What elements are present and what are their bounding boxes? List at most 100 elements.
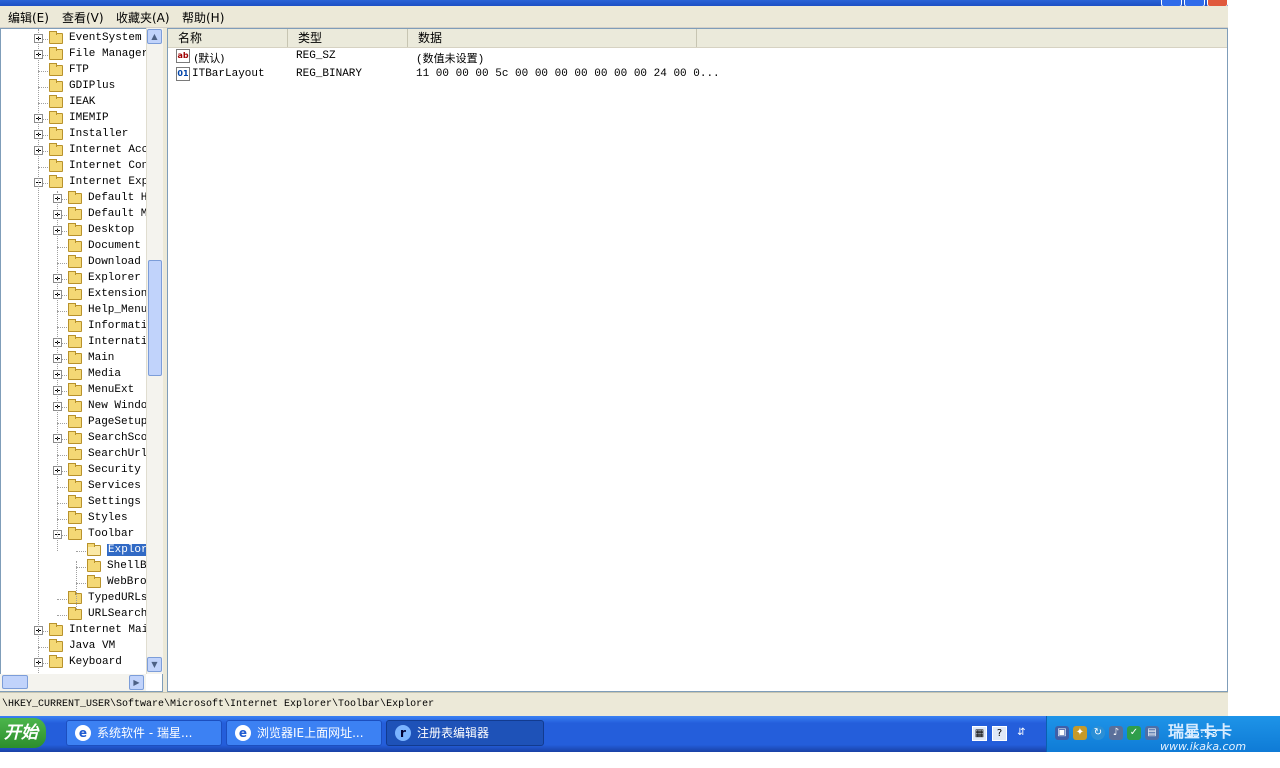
volume-icon[interactable]: ♪ [1109, 726, 1123, 740]
tree-node[interactable]: FTP [1, 63, 161, 79]
tree-node[interactable]: Settings [1, 495, 161, 511]
tree-node[interactable]: Security [1, 463, 161, 479]
tree-node[interactable]: Java VM [1, 639, 161, 655]
folder-icon [49, 111, 63, 124]
value-name: ITBarLayout [192, 68, 265, 80]
task-button[interactable]: e 浏览器IE上面网址... [226, 720, 382, 746]
column-name[interactable]: 名称 [168, 29, 288, 47]
folder-icon [49, 127, 63, 140]
folder-icon [68, 479, 82, 492]
tree-node[interactable]: File Manager [1, 47, 161, 63]
tree-node[interactable]: IMEMIP [1, 111, 161, 127]
tree-node[interactable]: Services [1, 479, 161, 495]
scroll-down-button[interactable]: ▼ [147, 657, 162, 672]
tree-node-label: TypedURLs [88, 592, 148, 604]
screen-bottom [0, 752, 1280, 768]
tree-connector [57, 599, 67, 600]
tree-node[interactable]: SearchUrl [1, 447, 161, 463]
display-icon[interactable]: ▤ [1145, 726, 1159, 740]
key-tree[interactable]: EventSystem File Manager FTP GDIPlus IEAK IME… [0, 28, 163, 692]
tree-node-label: FTP [69, 64, 89, 76]
menu-help[interactable]: 帮助(H) [182, 9, 224, 26]
menu-view[interactable]: 查看(V) [62, 9, 104, 26]
value-list[interactable]: 名称 类型 数据 ab (默认) REG_SZ (数值未设置) 01 ITBar… [167, 28, 1228, 692]
status-path: \HKEY_CURRENT_USER\Software\Microsoft\In… [2, 699, 435, 710]
folder-icon [68, 351, 82, 364]
tree-node[interactable]: Main [1, 351, 161, 367]
folder-icon [49, 175, 63, 188]
task-button-active[interactable]: r 注册表编辑器 [386, 720, 544, 746]
tree-node-label: Help_Menu_ [88, 304, 155, 316]
scroll-thumb[interactable] [148, 260, 162, 376]
tree-node[interactable]: Internet Acco [1, 143, 161, 159]
value-row[interactable]: ab (默认) REG_SZ (数值未设置) [168, 48, 868, 66]
tree-node-label: Settings [88, 496, 141, 508]
tree-connector [38, 71, 48, 72]
tree-node[interactable]: ShellB [1, 559, 161, 575]
folder-icon [68, 303, 82, 316]
task-button[interactable]: e 系统软件 - 瑞星... [66, 720, 222, 746]
network-icon[interactable]: ▣ [1055, 726, 1069, 740]
tree-node[interactable]: Explor [1, 543, 161, 559]
hscroll-thumb[interactable] [2, 675, 28, 689]
tree-node[interactable]: Internet Expl [1, 175, 161, 191]
tree-node[interactable]: Download [1, 255, 161, 271]
tree-node[interactable]: WebBro [1, 575, 161, 591]
tree-node-label: Desktop [88, 224, 135, 236]
tree-node-label: File Manager [69, 48, 149, 60]
folder-icon [68, 207, 82, 220]
tree-connector [57, 503, 67, 504]
menu-favorites[interactable]: 收藏夹(A) [116, 9, 170, 26]
tree-node[interactable]: URLSearchH [1, 607, 161, 623]
folder-icon [49, 47, 63, 60]
tree-node[interactable]: Desktop [1, 223, 161, 239]
tree-vertical-scrollbar[interactable]: ▲ ▼ [146, 28, 163, 674]
tree-node[interactable]: Help_Menu_ [1, 303, 161, 319]
language-bar-icon[interactable]: ⇵ [1014, 726, 1029, 741]
tree-node[interactable]: Default HT [1, 191, 161, 207]
antivirus-icon[interactable]: ✓ [1127, 726, 1141, 740]
tree-guide-line [76, 561, 77, 609]
scroll-right-button[interactable]: ▶ [129, 675, 144, 690]
tree-node[interactable]: Internatio [1, 335, 161, 351]
scroll-up-button[interactable]: ▲ [147, 29, 162, 44]
column-type[interactable]: 类型 [288, 29, 408, 47]
tree-node[interactable]: Default MH [1, 207, 161, 223]
security-icon[interactable]: ✦ [1073, 726, 1087, 740]
start-button[interactable]: 开始 [0, 718, 46, 748]
tree-node[interactable]: TypedURLs [1, 591, 161, 607]
tree-node[interactable]: Keyboard [1, 655, 161, 671]
tree-node[interactable]: Internet Mail [1, 623, 161, 639]
tree-node[interactable]: GDIPlus [1, 79, 161, 95]
update-icon[interactable]: ↻ [1091, 726, 1105, 740]
task-label: 浏览器IE上面网址... [257, 726, 364, 740]
tree-node[interactable]: Internet Conn [1, 159, 161, 175]
tree-node[interactable]: Explorer B [1, 271, 161, 287]
value-row[interactable]: 01 ITBarLayout REG_BINARY 11 00 00 00 5c… [168, 66, 868, 84]
tree-node[interactable]: New Window [1, 399, 161, 415]
keyboard-icon[interactable]: ▦ [972, 726, 987, 741]
tree-node-label: Internet Mail [69, 624, 155, 636]
tree-connector [57, 519, 67, 520]
tree-node[interactable]: Document W [1, 239, 161, 255]
column-data[interactable]: 数据 [408, 29, 697, 47]
tree-node[interactable]: Media [1, 367, 161, 383]
tree-connector [57, 423, 67, 424]
folder-icon [68, 319, 82, 332]
tree-node[interactable]: PageSetup [1, 415, 161, 431]
folder-icon [49, 655, 63, 668]
tree-node[interactable]: Informatio [1, 319, 161, 335]
tree-node[interactable]: Installer [1, 127, 161, 143]
tree-horizontal-scrollbar[interactable]: ▶ [0, 674, 146, 691]
tree-node[interactable]: EventSystem [1, 31, 161, 47]
tree-node[interactable]: Styles [1, 511, 161, 527]
tree-node[interactable]: IEAK [1, 95, 161, 111]
tree-node[interactable]: Extensions [1, 287, 161, 303]
tree-node-label: SearchUrl [88, 448, 148, 460]
menu-bar: 编辑(E) 查看(V) 收藏夹(A) 帮助(H) [0, 6, 1228, 28]
tree-node[interactable]: Toolbar [1, 527, 161, 543]
tree-node[interactable]: SearchScop [1, 431, 161, 447]
help-icon[interactable]: ? [992, 726, 1007, 741]
menu-edit[interactable]: 编辑(E) [8, 9, 49, 26]
tree-node[interactable]: MenuExt [1, 383, 161, 399]
